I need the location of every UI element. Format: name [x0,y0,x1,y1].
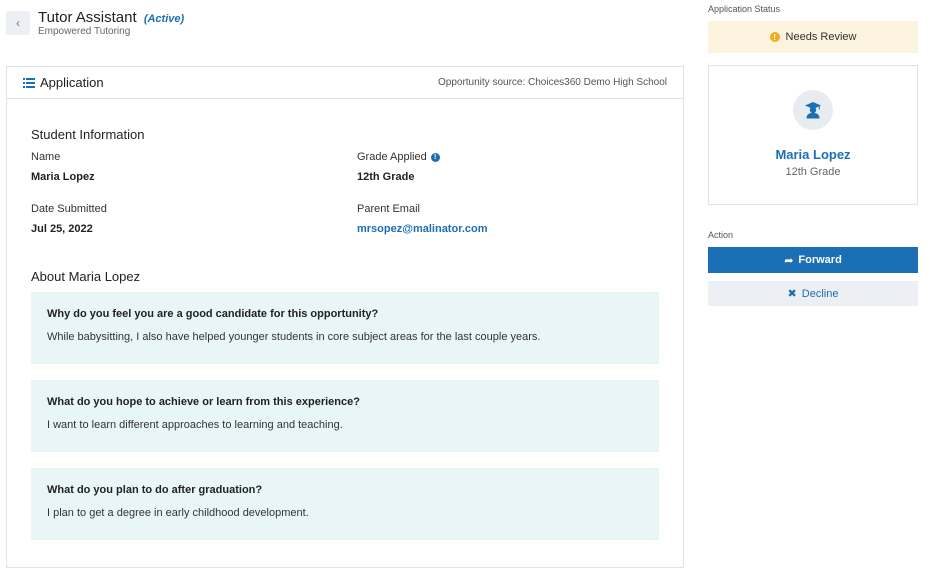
qa-question: What do you hope to achieve or learn fro… [47,396,360,408]
application-heading: Application [23,75,104,90]
status-badge: ! Needs Review [708,21,918,53]
application-card: Application Opportunity source: Choices3… [6,66,684,568]
qa-item: What do you plan to do after graduation?… [31,468,659,540]
qa-item: What do you hope to achieve or learn fro… [31,380,659,452]
back-button[interactable]: ‹ [6,11,30,35]
close-icon: ✖ [787,288,797,300]
opportunity-source: Opportunity source: Choices360 Demo High… [437,77,667,88]
qa-question: What do you plan to do after graduation? [47,484,263,496]
date-label: Date Submitted [31,203,107,215]
chevron-left-icon: ‹ [16,16,20,30]
status-value: Needs Review [785,31,857,43]
grade-value: 12th Grade [357,171,415,183]
qa-answer: I want to learn different approaches to … [47,419,343,431]
application-card-header: Application Opportunity source: Choices3… [7,67,683,99]
about-title: About Maria Lopez [31,269,141,284]
application-title: Application [40,75,104,90]
student-info-title: Student Information [31,127,145,142]
page-title: Tutor Assistant (Active) [38,9,184,26]
warning-icon: ! [769,32,780,42]
profile-name-link[interactable]: Maria Lopez [709,147,917,162]
decline-label: Decline [801,287,839,300]
status-tag: (Active) [143,13,185,25]
qa-item: Why do you feel you are a good candidate… [31,292,659,364]
forward-button[interactable]: ➦ Forward [708,247,918,273]
list-icon [23,77,35,88]
qa-question: Why do you feel you are a good candidate… [47,308,379,320]
email-label: Parent Email [357,203,420,215]
avatar [793,90,833,130]
organization-name: Empowered Tutoring [38,26,131,37]
date-value: Jul 25, 2022 [31,223,93,235]
graduate-icon [805,102,821,119]
grade-label: Grade Applied ! [357,151,440,163]
status-label: Application Status [708,4,781,14]
student-profile-card: Maria Lopez 12th Grade [708,65,918,205]
name-value: Maria Lopez [31,171,95,183]
decline-button[interactable]: ✖ Decline [708,281,918,306]
info-icon[interactable]: ! [430,152,440,162]
opportunity-title: Tutor Assistant [38,9,137,26]
parent-email-link[interactable]: mrsopez@malinator.com [357,223,488,235]
share-arrow-icon: ➦ [784,254,794,267]
name-label: Name [31,151,61,163]
qa-answer: While babysitting, I also have helped yo… [47,331,541,343]
qa-answer: I plan to get a degree in early childhoo… [47,507,309,519]
forward-label: Forward [798,254,842,266]
profile-grade: 12th Grade [785,166,841,178]
action-label: Action [708,230,734,240]
